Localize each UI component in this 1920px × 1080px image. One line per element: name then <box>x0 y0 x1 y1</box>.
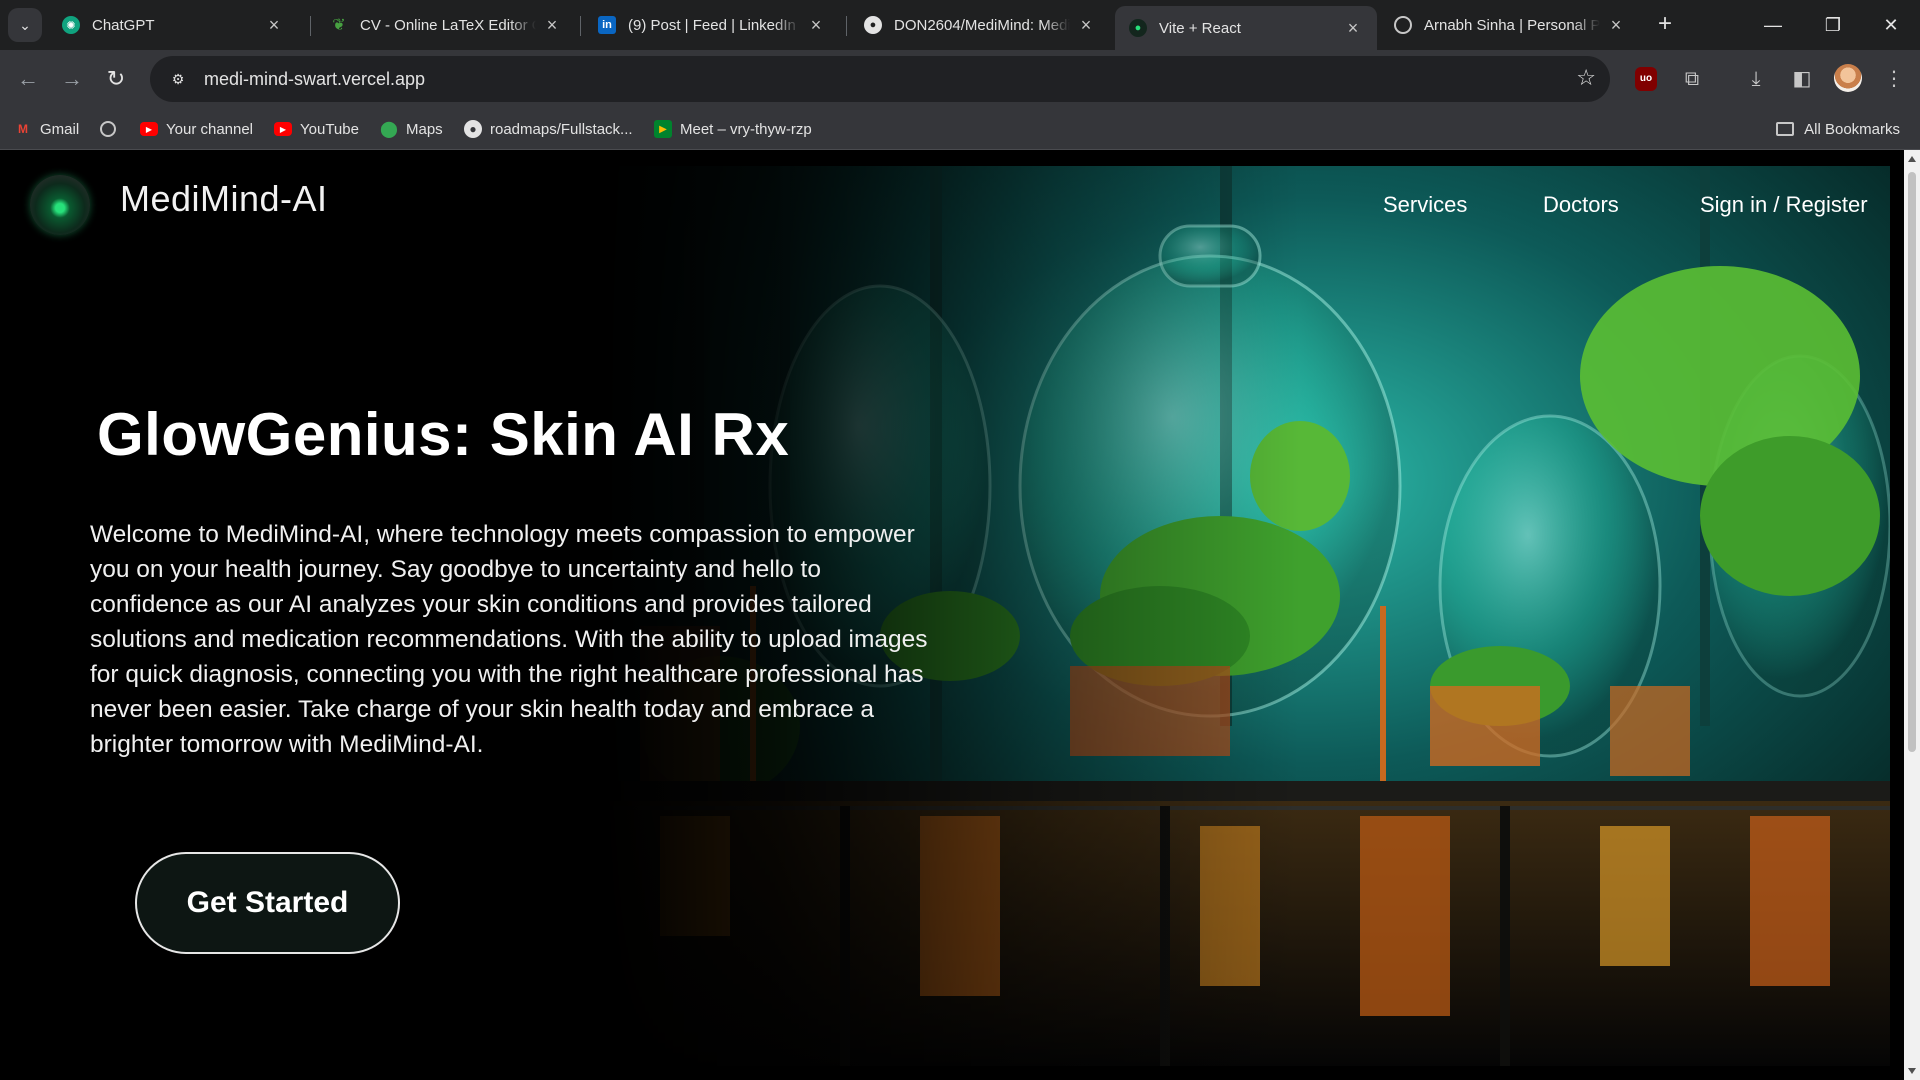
close-icon[interactable]: × <box>264 15 284 36</box>
scrollbar-thumb[interactable] <box>1908 172 1916 752</box>
bookmark-label: Gmail <box>40 120 80 138</box>
tab-github[interactable]: ● DON2604/MediMind: MediMind-AI × <box>850 6 1110 44</box>
bookmark-label: YouTube <box>300 120 359 138</box>
page-scrollbar[interactable] <box>1904 150 1920 1080</box>
close-window-button[interactable]: ✕ <box>1862 6 1920 44</box>
tab-title: DON2604/MediMind: MediMind-AI <box>894 16 1070 34</box>
folder-icon <box>1776 122 1795 136</box>
tab-divider <box>580 16 581 36</box>
tab-overleaf[interactable]: ❦ CV - Online LaTeX Editor Overleaf × <box>316 6 576 44</box>
side-panel-icon[interactable]: ◧ <box>1786 63 1818 95</box>
youtube-icon: ▶ <box>140 122 158 136</box>
nav-services-link[interactable]: Services <box>1383 192 1467 218</box>
restore-button[interactable]: ❐ <box>1804 6 1862 44</box>
ublock-extension-icon[interactable]: uo <box>1635 67 1657 91</box>
new-tab-button[interactable]: + <box>1650 10 1680 40</box>
close-icon[interactable]: × <box>1606 15 1626 36</box>
back-button[interactable]: ← <box>10 61 46 97</box>
nav-doctors-link[interactable]: Doctors <box>1543 192 1619 218</box>
medimind-logo[interactable] <box>30 175 90 235</box>
forward-button[interactable]: → <box>54 61 90 97</box>
tab-title: Vite + React <box>1159 19 1241 37</box>
chatgpt-icon: ✺ <box>62 16 80 34</box>
scroll-up-arrow-icon[interactable] <box>1908 156 1916 162</box>
bookmark-meet[interactable]: ▶ Meet – vry-thyw-rzp <box>654 118 812 140</box>
linkedin-icon: in <box>598 16 616 34</box>
profile-avatar[interactable] <box>1834 64 1862 92</box>
hero-title: GlowGenius: Skin AI Rx <box>97 401 790 468</box>
tab-title: ChatGPT <box>92 16 155 34</box>
browser-toolbar: ← → ↻ ⚙ medi-mind-swart.vercel.app ☆ uo … <box>0 50 1920 108</box>
extensions-icon[interactable]: ⧉ <box>1676 63 1708 95</box>
github-icon: ● <box>864 16 882 34</box>
nav-signin-register-link[interactable]: Sign in / Register <box>1700 192 1868 218</box>
all-bookmarks-button[interactable]: All Bookmarks <box>1776 118 1900 140</box>
bookmarks-bar: M Gmail ▶ Your channel ▶ YouTube ⬤ Maps … <box>0 108 1920 150</box>
bookmark-youtube[interactable]: ▶ YouTube <box>274 118 359 140</box>
all-bookmarks-label: All Bookmarks <box>1804 120 1900 138</box>
bookmark-your-channel[interactable]: ▶ Your channel <box>140 118 253 140</box>
reload-button[interactable]: ↻ <box>98 61 134 97</box>
tab-portfolio[interactable]: Arnabh Sinha | Personal Portfolio × <box>1380 6 1640 44</box>
hero-description: Welcome to MediMind-AI, where technology… <box>90 521 928 758</box>
close-icon[interactable]: × <box>1343 18 1363 39</box>
bookmark-star-icon[interactable]: ☆ <box>1576 65 1596 91</box>
minimize-button[interactable]: — <box>1744 6 1802 44</box>
bookmark-label: Meet – vry-thyw-rzp <box>680 120 812 138</box>
download-icon[interactable]: ⤓ <box>1740 63 1772 95</box>
tab-title: Arnabh Sinha | Personal Portfolio <box>1424 16 1600 34</box>
tab-search-button[interactable]: ⌄ <box>8 8 42 42</box>
bookmark-maps[interactable]: ⬤ Maps <box>380 118 443 140</box>
scroll-down-arrow-icon[interactable] <box>1908 1068 1916 1074</box>
close-icon[interactable]: × <box>806 15 826 36</box>
brand-name[interactable]: MediMind-AI <box>120 178 328 220</box>
tab-chatgpt[interactable]: ✺ ChatGPT × <box>48 6 298 44</box>
globe-icon <box>1394 16 1412 34</box>
medimind-favicon: ● <box>1129 19 1147 37</box>
menu-kebab-icon[interactable]: ⋮ <box>1878 63 1910 95</box>
overleaf-icon: ❦ <box>332 17 346 34</box>
url-text[interactable]: medi-mind-swart.vercel.app <box>204 69 425 90</box>
youtube-icon: ▶ <box>274 122 292 136</box>
tab-vite-react[interactable]: ● Vite + React × <box>1115 6 1377 50</box>
globe-icon <box>100 121 116 137</box>
address-bar[interactable]: ⚙ medi-mind-swart.vercel.app ☆ <box>150 56 1610 102</box>
tab-linkedin[interactable]: in (9) Post | Feed | LinkedIn × <box>584 6 840 44</box>
page-viewport: MediMind-AI Services Doctors Sign in / R… <box>0 150 1904 1080</box>
github-icon: ● <box>464 120 482 138</box>
bookmark-label: Maps <box>406 120 443 138</box>
bookmark-gmail[interactable]: M Gmail <box>14 118 79 140</box>
tab-divider <box>310 16 311 36</box>
meet-icon: ▶ <box>654 120 672 138</box>
bookmark-globe[interactable] <box>100 118 124 140</box>
site-info-icon[interactable]: ⚙ <box>158 59 198 99</box>
chevron-down-icon: ⌄ <box>19 16 31 33</box>
get-started-button[interactable]: Get Started <box>135 852 400 954</box>
bookmark-roadmaps[interactable]: ● roadmaps/Fullstack... <box>464 118 633 140</box>
close-icon[interactable]: × <box>542 15 562 36</box>
tab-divider <box>846 16 847 36</box>
close-icon[interactable]: × <box>1076 15 1096 36</box>
tab-bar: ⌄ ✺ ChatGPT × ❦ CV - Online LaTeX Editor… <box>0 0 1920 50</box>
tab-title: (9) Post | Feed | LinkedIn <box>628 16 796 34</box>
bookmark-label: roadmaps/Fullstack... <box>490 120 633 138</box>
bookmark-label: Your channel <box>166 120 254 138</box>
tab-title: CV - Online LaTeX Editor Overleaf <box>360 16 536 34</box>
maps-icon: ⬤ <box>380 121 398 138</box>
gmail-icon: M <box>18 122 28 136</box>
